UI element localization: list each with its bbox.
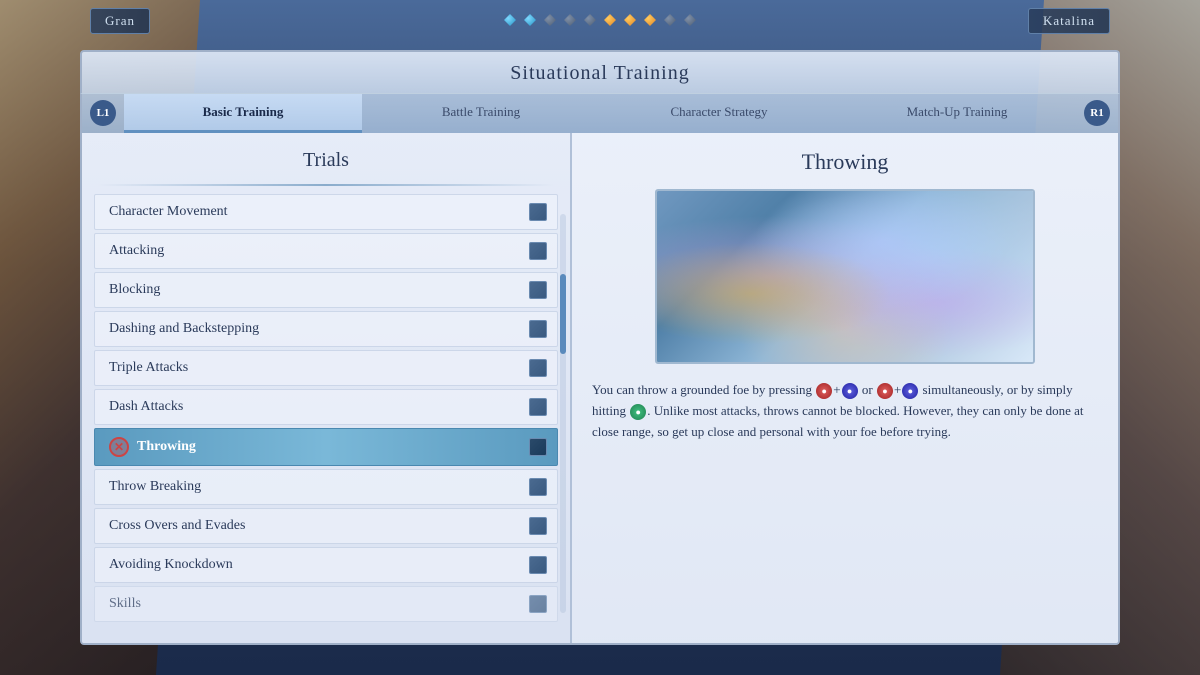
detail-description: You can throw a grounded foe by pressing… — [592, 380, 1098, 442]
trial-label-throw-breaking: Throw Breaking — [109, 479, 529, 495]
trial-indicator-avoiding-knockdown — [529, 556, 547, 574]
gem-3 — [544, 14, 556, 26]
gem-4 — [564, 14, 576, 26]
scrollbar-thumb[interactable] — [560, 274, 566, 354]
gem-5 — [584, 14, 596, 26]
icon-circle-red-2: ● — [877, 383, 893, 399]
trial-indicator-character-movement — [529, 203, 547, 221]
gem-2 — [524, 14, 536, 26]
detail-title: Throwing — [592, 149, 1098, 175]
tabs-bar: L1 Basic Training Battle Training Charac… — [80, 93, 1120, 133]
trial-indicator-dash-attacks — [529, 398, 547, 416]
gem-10 — [684, 14, 696, 26]
trial-label-character-movement: Character Movement — [109, 204, 529, 220]
tab-next-button[interactable]: R1 — [1084, 100, 1110, 126]
right-character-name: Katalina — [1043, 13, 1095, 28]
trial-item-skills[interactable]: Skills — [94, 586, 558, 622]
trials-divider — [97, 184, 555, 186]
gem-7 — [624, 14, 636, 26]
trial-label-avoiding-knockdown: Avoiding Knockdown — [109, 557, 529, 573]
trial-item-cross-overs[interactable]: Cross Overs and Evades — [94, 508, 558, 544]
icon-circle-red-1: ● — [816, 383, 832, 399]
trial-item-throwing[interactable]: ✕ Throwing — [94, 428, 558, 466]
trial-item-avoiding-knockdown[interactable]: Avoiding Knockdown — [94, 547, 558, 583]
gem-9 — [664, 14, 676, 26]
trial-item-dashing[interactable]: Dashing and Backstepping — [94, 311, 558, 347]
tab-battle-training[interactable]: Battle Training — [362, 94, 600, 133]
trial-label-dash-attacks: Dash Attacks — [109, 399, 529, 415]
detail-panel: Throwing You can throw a grounded foe by… — [572, 133, 1118, 643]
trial-indicator-dashing — [529, 320, 547, 338]
left-name-tag: Gran — [90, 8, 150, 34]
trial-indicator-throw-breaking — [529, 478, 547, 496]
trial-indicator-skills — [529, 595, 547, 613]
main-container: Situational Training L1 Basic Training B… — [80, 50, 1120, 645]
icon-circle-blue-1: ● — [842, 383, 858, 399]
trials-heading: Trials — [82, 143, 570, 184]
scrollbar-track — [560, 214, 566, 613]
right-name-tag: Katalina — [1028, 8, 1110, 34]
trial-indicator-blocking — [529, 281, 547, 299]
tabs-list: Basic Training Battle Training Character… — [124, 94, 1076, 133]
trials-list: Character Movement Attacking Blocking Da… — [82, 194, 570, 633]
trial-label-throwing: Throwing — [137, 439, 529, 455]
top-gems-container — [504, 14, 696, 26]
trial-indicator-throwing — [529, 438, 547, 456]
detail-image-overlay — [657, 191, 1033, 362]
content-area: Trials Character Movement Attacking Bloc… — [80, 133, 1120, 645]
tab-basic-training[interactable]: Basic Training — [124, 94, 362, 133]
trial-active-icon: ✕ — [109, 437, 129, 457]
title-bar: Situational Training — [80, 50, 1120, 93]
tab-prev-button[interactable]: L1 — [90, 100, 116, 126]
icon-circle-blue-2: ● — [902, 383, 918, 399]
trial-item-throw-breaking[interactable]: Throw Breaking — [94, 469, 558, 505]
icon-circle-green: ● — [630, 404, 646, 420]
left-character-name: Gran — [105, 13, 135, 28]
trial-indicator-attacking — [529, 242, 547, 260]
gem-6 — [604, 14, 616, 26]
trial-label-triple-attacks: Triple Attacks — [109, 360, 529, 376]
trial-item-attacking[interactable]: Attacking — [94, 233, 558, 269]
trial-label-blocking: Blocking — [109, 282, 529, 298]
tab-matchup-training[interactable]: Match-Up Training — [838, 94, 1076, 133]
main-title: Situational Training — [510, 62, 689, 84]
trial-indicator-cross-overs — [529, 517, 547, 535]
trials-panel: Trials Character Movement Attacking Bloc… — [82, 133, 572, 643]
detail-image — [655, 189, 1035, 364]
tab-character-strategy[interactable]: Character Strategy — [600, 94, 838, 133]
trial-item-dash-attacks[interactable]: Dash Attacks — [94, 389, 558, 425]
gem-8 — [644, 14, 656, 26]
trial-label-dashing: Dashing and Backstepping — [109, 321, 529, 337]
trial-indicator-triple-attacks — [529, 359, 547, 377]
trial-label-cross-overs: Cross Overs and Evades — [109, 518, 529, 534]
trial-item-blocking[interactable]: Blocking — [94, 272, 558, 308]
trial-label-skills: Skills — [109, 596, 529, 612]
trial-label-attacking: Attacking — [109, 243, 529, 259]
trial-item-character-movement[interactable]: Character Movement — [94, 194, 558, 230]
trial-item-triple-attacks[interactable]: Triple Attacks — [94, 350, 558, 386]
gem-1 — [504, 14, 516, 26]
